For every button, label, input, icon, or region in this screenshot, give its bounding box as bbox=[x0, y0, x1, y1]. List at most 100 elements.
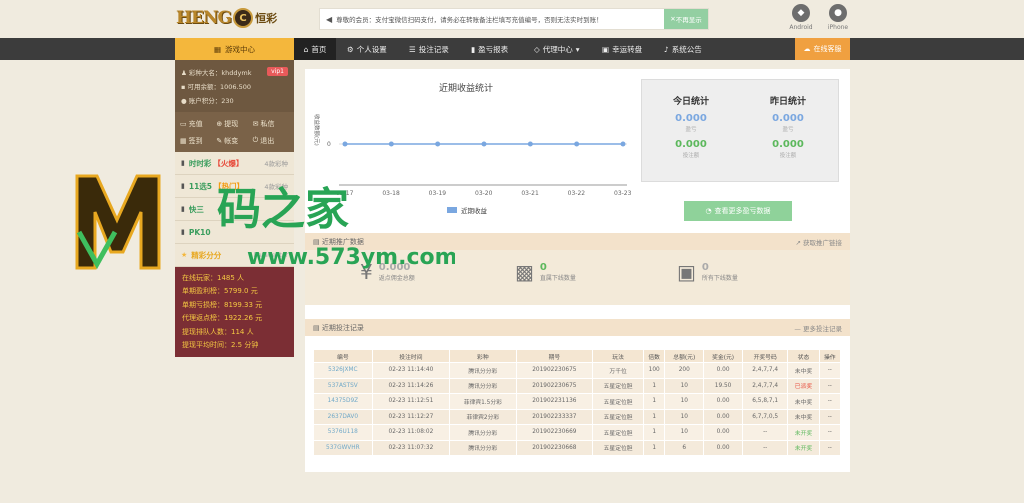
table-cell: 0.00 bbox=[703, 439, 743, 456]
column-header: 期号 bbox=[515, 349, 594, 363]
lottery-list: ▮ 时时彩 【火爆】 4款彩种 ▮ 11选5 【热门】 4款彩种 ▮ 快三 ▮ PK10 ★ 精彩… bbox=[175, 152, 294, 267]
column-header: 开奖号码 bbox=[741, 349, 789, 363]
bet-id-link[interactable]: 5326JXMC bbox=[313, 362, 373, 379]
promo-all: ▣ 0 所有下线数量 bbox=[677, 260, 738, 284]
recharge-button[interactable]: ▭ 充值 bbox=[180, 115, 216, 132]
coin-icon: ● bbox=[181, 97, 187, 105]
table-row[interactable]: 537ASTSV 02-23 11:14:26 腾讯分分彩 201902230675 五… bbox=[313, 377, 842, 394]
nav-lucky-wheel[interactable]: ▣ 幸运转盘 bbox=[602, 38, 642, 60]
iphone-app-link[interactable]: ● iPhone bbox=[821, 4, 855, 31]
table-cell: 6 bbox=[664, 439, 705, 456]
notice-close-button[interactable]: ✕ 不再显示 bbox=[664, 9, 708, 29]
nav-agent-center[interactable]: ◇ 代理中心 ▾ bbox=[534, 38, 580, 60]
bet-id-link[interactable]: 537GWVHR bbox=[313, 439, 373, 456]
promo-direct-value: 0 bbox=[539, 262, 547, 273]
promo-link-label: 获取推广链接 bbox=[803, 238, 842, 247]
android-app-link[interactable]: ◆ Android bbox=[784, 4, 818, 31]
briefcase-icon: ▩ bbox=[515, 260, 534, 284]
site-logo[interactable]: HENG C 恒彩 bbox=[176, 5, 300, 31]
table-cell: 1 bbox=[643, 439, 666, 456]
table-cell: 0.00 bbox=[703, 362, 743, 379]
nav-announcements-label: 系统公告 bbox=[671, 44, 702, 54]
data-point bbox=[527, 141, 533, 147]
table-cell: 02-23 11:14:40 bbox=[371, 362, 451, 379]
nav-home[interactable]: ⌂ 首页 bbox=[294, 38, 336, 60]
lottery-name: PK10 bbox=[188, 227, 211, 237]
checkin-button[interactable]: ▦ 签到 bbox=[180, 132, 216, 149]
promo-commission-label: 返点佣金总额 bbox=[378, 275, 415, 282]
data-point bbox=[620, 141, 626, 147]
stat-value: 5799.0 元 bbox=[224, 287, 258, 296]
points-label: 账户积分： bbox=[188, 97, 222, 105]
dashboard-icon: ◔ bbox=[705, 207, 712, 215]
lottery-item[interactable]: ▮ 快三 bbox=[175, 198, 294, 221]
withdraw-button[interactable]: ⊕ 提现 bbox=[216, 115, 252, 132]
logout-button[interactable]: ⏻ 退出 bbox=[253, 132, 289, 149]
table-cell: 未开奖 bbox=[787, 424, 820, 441]
table-cell: 201902231136 bbox=[515, 393, 594, 410]
table-cell: 201902230668 bbox=[515, 439, 594, 456]
table-cell: 0.00 bbox=[703, 424, 743, 441]
x-tick-label: 03-21 bbox=[521, 190, 539, 197]
bet-id-link[interactable]: 14375D9Z bbox=[313, 393, 373, 410]
game-center-label: 游戏中心 bbox=[225, 44, 256, 54]
user-icon: ♟ bbox=[181, 69, 187, 77]
table-row[interactable]: 5376U118 02-23 11:08:02 腾讯分分彩 201902230669 五… bbox=[313, 424, 842, 441]
table-row[interactable]: 14375D9Z 02-23 11:12:51 菲律宾1.5分彩 2019022311… bbox=[313, 393, 842, 410]
notice-bar: ◀ 尊敬的会员：支付宝微信扫码支付，请务必在转账备注栏填写充值编号，否则无法实时… bbox=[319, 8, 709, 30]
bets-icon: ▤ bbox=[313, 323, 320, 332]
data-point bbox=[342, 141, 348, 147]
promo-link[interactable]: ↗ 获取推广链接 bbox=[795, 237, 842, 247]
table-cell: 200 bbox=[664, 362, 705, 379]
nav-settings[interactable]: ⚙ 个人设置 bbox=[347, 38, 387, 60]
lottery-item[interactable]: ▮ 时时彩 【火爆】 4款彩种 bbox=[175, 152, 294, 175]
yen-icon: ¥ bbox=[360, 260, 373, 284]
checkin-label: 签到 bbox=[188, 136, 203, 145]
nav-profit-report[interactable]: ▮ 盈亏报表 bbox=[471, 38, 508, 60]
nav-agent-center-label: 代理中心 bbox=[542, 44, 573, 54]
x-tick-label: 03-22 bbox=[568, 190, 586, 197]
recharge-label: 充值 bbox=[188, 119, 203, 128]
bet-id-link[interactable]: 2637DAV0 bbox=[313, 408, 373, 425]
sidebar: ♟ 彩种大名：khddymk vip1 ▪ 可用余额：1006.500 ● 账户… bbox=[175, 60, 294, 357]
table-cell: 201902230675 bbox=[515, 362, 594, 379]
table-row[interactable]: 537GWVHR 02-23 11:07:32 腾讯分分彩 201902230668 五… bbox=[313, 439, 842, 456]
nav-bet-records[interactable]: ☰ 投注记录 bbox=[409, 38, 449, 60]
nav-profit-report-label: 盈亏报表 bbox=[478, 44, 509, 54]
game-center-button[interactable]: ▦ 游戏中心 bbox=[175, 38, 294, 60]
column-header: 奖金(元) bbox=[703, 349, 743, 363]
lottery-item[interactable]: ▮ 11选5 【热门】 4款彩种 bbox=[175, 175, 294, 198]
table-row[interactable]: 2637DAV0 02-23 11:12:27 菲律宾2分彩 201902233337… bbox=[313, 408, 842, 425]
bets-link[interactable]: — 更多投注记录 bbox=[794, 323, 842, 333]
column-header: 彩种 bbox=[449, 349, 517, 363]
stat-label: 单期盈利榜： bbox=[182, 287, 224, 296]
table-cell: 菲律宾2分彩 bbox=[449, 408, 517, 425]
promo-stats: ¥ 0.000 返点佣金总额 ▩ 0 直属下线数量 ▣ 0 所有下线数量 bbox=[305, 250, 850, 305]
stat-label: 在线玩家： bbox=[182, 274, 217, 282]
daily-stats-box: 今日统计 0.000 盈亏 0.000 投注额 昨日统计 0.000 盈亏 0.… bbox=[641, 79, 839, 182]
table-cell: 腾讯分分彩 bbox=[449, 424, 517, 441]
ledger-button[interactable]: ✎ 帐变 bbox=[216, 132, 252, 149]
bet-id-link[interactable]: 5376U118 bbox=[313, 424, 373, 441]
nav-bet-records-label: 投注记录 bbox=[418, 44, 449, 54]
dash-icon: — bbox=[794, 324, 801, 333]
promo-direct-label: 直属下线数量 bbox=[539, 275, 576, 282]
more-profit-button[interactable]: ◔ 查看更多盈亏数据 bbox=[684, 201, 792, 221]
table-cell: 1 bbox=[643, 424, 666, 441]
lottery-item[interactable]: ★ 精彩分分 DataCenter bbox=[175, 244, 294, 267]
lottery-item[interactable]: ▮ PK10 bbox=[175, 221, 294, 244]
stat-value: 1485 人 bbox=[217, 274, 245, 282]
message-button[interactable]: ✉ 私信 bbox=[253, 115, 289, 132]
table-cell: -- bbox=[741, 424, 789, 441]
logo-badge: C bbox=[233, 8, 254, 28]
table-row[interactable]: 5326JXMC 02-23 11:14:40 腾讯分分彩 201902230675 万… bbox=[313, 362, 842, 379]
x-tick-label: 03-20 bbox=[475, 190, 493, 197]
gear-icon: ⚙ bbox=[347, 44, 354, 54]
nav-announcements[interactable]: ♪ 系统公告 bbox=[664, 38, 702, 60]
top-bar: HENG C 恒彩 ◀ 尊敬的会员：支付宝微信扫码支付，请务必在转账备注栏填写充… bbox=[0, 0, 1024, 38]
data-point bbox=[435, 141, 441, 147]
data-point bbox=[388, 141, 394, 147]
online-service-button[interactable]: ☁ 在线客服 bbox=[795, 38, 850, 60]
bet-id-link[interactable]: 537ASTSV bbox=[313, 377, 373, 394]
table-cell: 02-23 11:12:51 bbox=[371, 393, 451, 410]
